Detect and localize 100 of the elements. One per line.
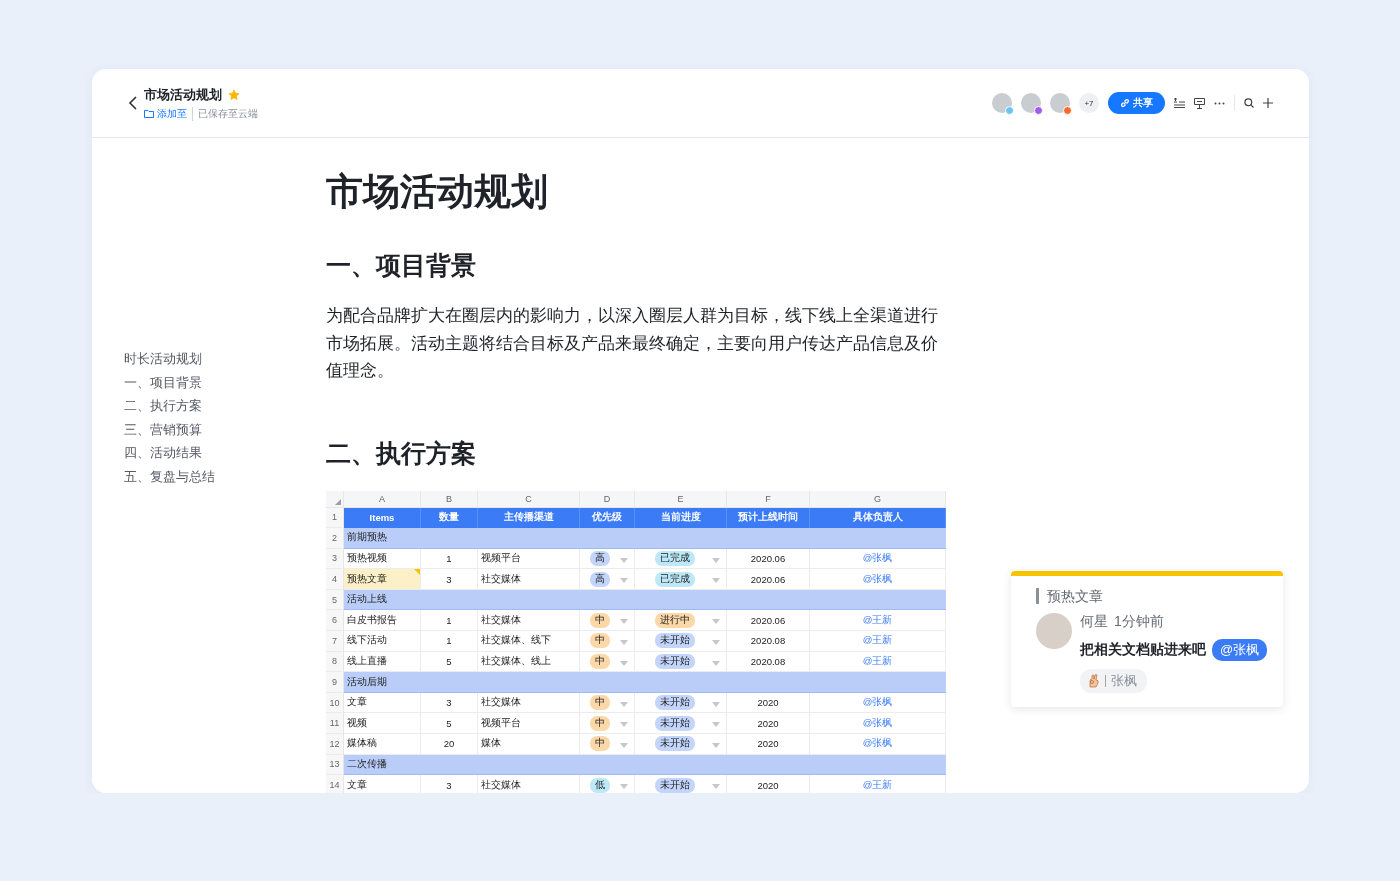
column-letter[interactable]: G [810,490,946,508]
table-cell: 视频平台 [478,548,580,570]
search-icon[interactable] [1244,98,1254,108]
table-cell: 2020.08 [727,631,810,652]
group-cell: 前期预热 [344,528,946,549]
status-tag: 未开始 [655,736,695,752]
row-number: 7 [326,631,344,652]
outline-item[interactable]: 五、复盘与总结 [124,465,326,489]
group-cell: 二次传播 [344,754,946,776]
table-cell: 社交媒体 [478,569,580,590]
ok-hand-icon [1088,674,1100,688]
table-cell: 2020.06 [727,548,810,570]
table-cell: 1 [421,610,478,632]
owner-mention[interactable]: @张枫 [862,552,893,565]
table-cell: 社交媒体 [478,775,580,793]
header-cell: 主传播渠道 [478,507,580,529]
column-letter[interactable]: D [580,490,635,508]
table-cell: 白皮书报告 [344,610,421,632]
priority-tag: 中 [590,653,610,669]
folder-icon [144,109,154,118]
table-cell: 3 [421,569,478,590]
table-cell: 预热视频 [344,548,421,570]
owner-mention[interactable]: @张枫 [862,696,893,710]
share-button[interactable]: 共享 [1108,92,1165,114]
status-tag: 已完成 [655,571,695,587]
column-letter[interactable]: B [421,490,478,508]
row-number: 5 [326,589,344,611]
owner-mention[interactable]: @王新 [862,634,893,648]
column-letter[interactable]: E [635,490,727,508]
status-tag: 未开始 [655,653,695,669]
owner-mention[interactable]: @王新 [862,654,893,668]
table-cell: 预热文章 [344,569,421,590]
table-cell: 2020 [727,775,810,793]
more-collaborators[interactable]: +7 [1079,93,1099,113]
column-letter[interactable]: F [727,490,810,508]
comment-text: 把相关文档贴进来吧 [1080,641,1206,659]
table-cell: 社交媒体 [478,692,580,714]
table-cell: 5 [421,713,478,735]
table-cell: 线上直播 [344,651,421,673]
column-letter[interactable]: A [344,490,421,508]
mention-tag[interactable]: @张枫 [1212,639,1268,661]
table-cell: 2020 [727,713,810,735]
priority-tag: 中 [590,612,610,628]
row-number: 3 [326,548,344,570]
priority-tag: 中 [590,736,610,752]
presentation-icon[interactable] [1194,97,1205,109]
back-icon[interactable] [128,96,138,110]
commenter-avatar [1036,613,1072,649]
outline-item[interactable]: 一、项目背景 [124,371,326,395]
document-title: 市场活动规划 [144,85,222,104]
outline-item[interactable]: 三、营销预算 [124,418,326,442]
table-cell: 2020.06 [727,569,810,590]
header-cell: 具体负责人 [810,507,946,529]
table-cell: 社交媒体、线下 [478,631,580,652]
table-cell: 视频 [344,713,421,735]
table-cell: 视频平台 [478,713,580,735]
owner-mention[interactable]: @王新 [862,613,893,627]
owner-mention[interactable]: @王新 [862,778,893,792]
row-number: 14 [326,775,344,793]
priority-tag: 低 [590,777,610,793]
column-letter[interactable]: C [478,490,580,508]
row-number: 12 [326,734,344,755]
table-cell: 媒体 [478,734,580,755]
status-tag: 未开始 [655,695,695,711]
more-icon[interactable] [1214,101,1225,105]
priority-tag: 中 [590,695,610,711]
collaborator-avatar[interactable] [1021,93,1041,113]
group-cell: 活动上线 [344,589,946,611]
header-cell: 当前进度 [635,507,727,529]
table-cell: 2020 [727,734,810,755]
priority-tag: 高 [590,551,610,566]
document-heading: 市场活动规划 [326,170,549,214]
row-number: 10 [326,692,344,714]
outline-item[interactable]: 四、活动结果 [124,442,326,466]
quoted-text: 预热文章 [1036,588,1283,604]
owner-mention[interactable]: @张枫 [862,716,893,730]
table-cell: 20 [421,734,478,755]
row-number: 11 [326,713,344,735]
table-cell: 2020 [727,692,810,714]
status-tag: 已完成 [655,551,695,566]
collaborator-avatar[interactable] [1050,93,1070,113]
outline-item[interactable]: 二、执行方案 [124,395,326,419]
row-number: 9 [326,672,344,693]
outline-item[interactable]: 时长活动规划 [124,348,326,372]
table-cell: 线下活动 [344,631,421,652]
comment-author: 何星 [1080,613,1108,631]
owner-mention[interactable]: @张枫 [862,737,893,751]
comment-time: 1分钟前 [1114,613,1164,631]
status-tag: 进行中 [655,612,695,628]
owner-mention[interactable]: @张枫 [862,572,893,586]
row-number: 13 [326,754,344,776]
star-icon[interactable] [228,88,240,101]
outline-icon[interactable] [1174,98,1185,108]
row-number: 2 [326,528,344,549]
add-icon[interactable] [1263,98,1273,108]
add-to-link[interactable]: 添加至 [144,106,187,121]
header-cell: 预计上线时间 [727,507,810,529]
row-number: 4 [326,569,344,590]
reaction-chip[interactable]: 张枫 [1080,669,1147,693]
save-status: 已保存至云端 [192,106,258,121]
